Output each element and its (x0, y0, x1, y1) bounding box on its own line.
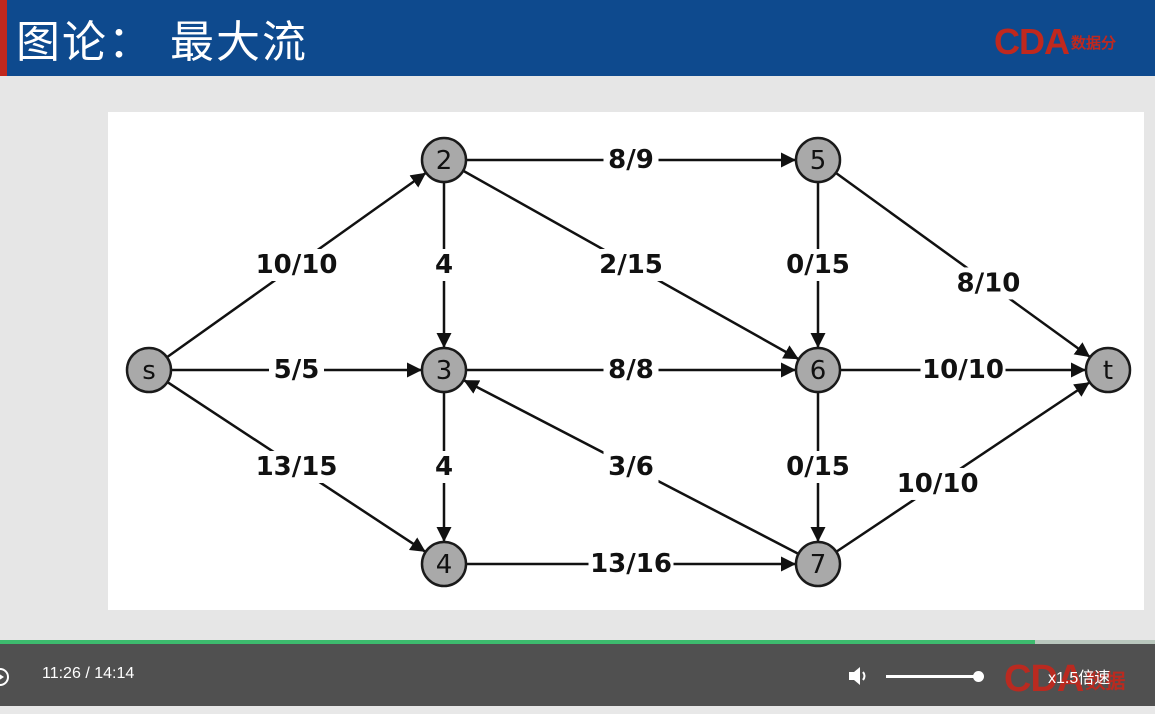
edge-s-2: 10/10 (166, 171, 427, 359)
node-label: 2 (436, 146, 453, 176)
edge-s-4: 13/15 (166, 381, 427, 553)
edge-7-3: 3/6 (462, 379, 800, 555)
node-7: 7 (794, 540, 842, 588)
edge-label: 8/10 (957, 268, 1021, 298)
edge-7-t: 10/10 (835, 381, 1091, 553)
edge-3-4: 4 (431, 392, 457, 542)
play-icon[interactable] (0, 667, 10, 687)
volume-icon[interactable] (846, 664, 872, 688)
edge-2-5: 8/9 (466, 144, 796, 176)
edge-label: 3/6 (608, 452, 654, 482)
edge-label: 8/8 (608, 355, 654, 385)
volume-knob[interactable] (973, 671, 984, 682)
edge-label: 10/10 (922, 355, 1004, 385)
edge-label: 13/15 (256, 452, 338, 482)
edge-label: 4 (435, 250, 453, 280)
edge-label: 2/15 (599, 250, 663, 280)
edge-6-7: 0/15 (783, 392, 853, 542)
slide-header: 图论： 最大流 CDA 数据分 (0, 0, 1155, 76)
edge-label: 0/15 (786, 452, 850, 482)
edge-2-6: 2/15 (462, 169, 800, 361)
edge-label: 4 (435, 452, 453, 482)
edge-label: 5/5 (274, 355, 320, 385)
node-label: t (1103, 356, 1113, 386)
node-label: 6 (810, 356, 827, 386)
cda-logo: CDA 数据分 (994, 21, 1117, 62)
edge-6-t: 10/10 (840, 354, 1086, 386)
edge-arrow (835, 381, 1091, 553)
edge-3-6: 8/8 (466, 354, 796, 386)
edge-5-t: 8/10 (835, 171, 1091, 359)
logo-cn-text: 数据分 (1071, 33, 1117, 52)
node-label: s (142, 356, 156, 386)
edge-s-3: 5/5 (171, 354, 422, 386)
edge-label: 10/10 (897, 469, 979, 499)
slide-title: 图论： 最大流 (16, 17, 308, 68)
volume-slider[interactable] (886, 671, 984, 682)
logo-wordmark: CDA (994, 21, 1070, 62)
time-separator: / (85, 665, 90, 682)
max-flow-graph: 10/10 5/5 13/15 8/9 4 2/15 8/8 4 3/6 13/16 0/15 8/1… (108, 112, 1144, 610)
node-label: 5 (810, 146, 827, 176)
edge-label: 10/10 (256, 250, 338, 280)
node-label: 7 (810, 550, 827, 580)
edge-arrow (835, 171, 1091, 359)
edge-label: 13/16 (590, 549, 672, 579)
node-5: 5 (794, 136, 842, 184)
graph-canvas: 10/10 5/5 13/15 8/9 4 2/15 8/8 4 3/6 13/16 0/15 8/1… (125, 136, 1132, 588)
node-label: 3 (436, 356, 453, 386)
node-3: 3 (420, 346, 468, 394)
node-4: 4 (420, 540, 468, 588)
edge-label: 8/9 (608, 145, 654, 175)
bottom-strip (0, 706, 1155, 714)
node-6: 6 (794, 346, 842, 394)
header-accent-bar (0, 0, 7, 76)
playback-speed-button[interactable]: x1.5倍速 (1048, 664, 1110, 688)
current-time: 11:26 (42, 665, 81, 682)
edge-label: 0/15 (786, 250, 850, 280)
node-label: 4 (436, 550, 453, 580)
time-readout: 11:26 / 14:14 (42, 665, 134, 683)
video-control-bar: 11:26 / 14:14 CDA 数据 x1.5倍速 (0, 644, 1155, 706)
edge-2-3: 4 (431, 182, 457, 348)
node-s: s (125, 346, 173, 394)
node-2: 2 (420, 136, 468, 184)
total-time: 14:14 (94, 665, 135, 682)
node-t: t (1084, 346, 1132, 394)
edge-5-6: 0/15 (783, 182, 853, 348)
edge-4-7: 13/16 (466, 548, 796, 580)
volume-fill (886, 675, 978, 678)
